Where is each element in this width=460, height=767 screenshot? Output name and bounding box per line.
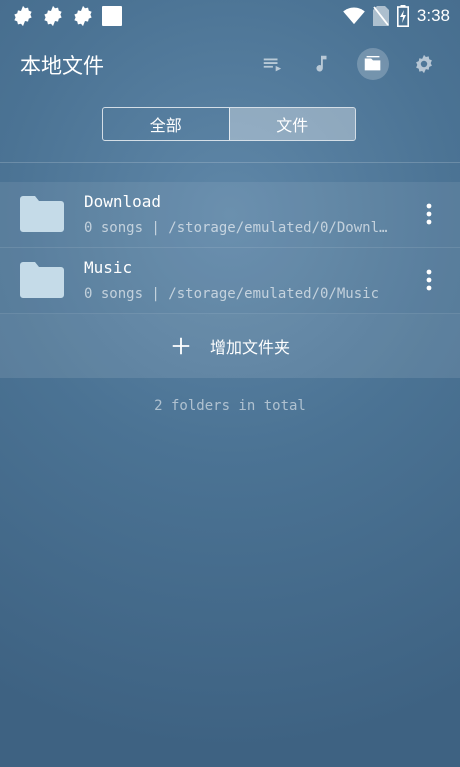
tab-all[interactable]: 全部 [103, 108, 229, 140]
folder-subtitle: 0 songs | /storage/emulated/0/Music [84, 286, 380, 302]
music-note-icon [316, 55, 327, 72]
add-folder-button[interactable]: 增加文件夹 [0, 314, 460, 378]
folder-name: Download [84, 192, 162, 211]
gear-icon [74, 5, 92, 27]
folder-icon [364, 55, 381, 71]
square-icon [102, 6, 122, 26]
status-bar-system: 3:38 [343, 5, 450, 27]
songs-button[interactable] [305, 48, 337, 80]
no-sim-icon [372, 6, 389, 26]
page-title: 本地文件 [20, 54, 104, 78]
battery-charging-icon [396, 5, 409, 27]
folder-item-music[interactable]: Music 0 songs | /storage/emulated/0/Musi… [0, 248, 460, 314]
toolbar: 本地文件 [0, 38, 460, 90]
more-vert-icon[interactable] [424, 268, 434, 292]
wifi-icon [343, 7, 365, 25]
folder-count-text: 2 folders in total [154, 398, 306, 414]
folder-icon [20, 196, 64, 232]
settings-icon [416, 54, 432, 74]
gear-icon [44, 5, 62, 27]
playlist-button[interactable] [256, 48, 288, 80]
status-time: 3:38 [416, 6, 450, 25]
folder-list: Download 0 songs | /storage/emulated/0/D… [0, 182, 460, 314]
gear-icon [14, 5, 32, 27]
divider [0, 162, 460, 163]
folders-button[interactable] [357, 48, 389, 80]
tab-files[interactable]: 文件 [228, 108, 355, 140]
playlist-icon [263, 58, 282, 72]
add-folder-label: 增加文件夹 [209, 338, 290, 357]
status-bar-notifications [12, 5, 122, 27]
folder-item-download[interactable]: Download 0 songs | /storage/emulated/0/D… [0, 182, 460, 248]
view-segmented-control: 全部 文件 [102, 107, 356, 141]
settings-button[interactable] [408, 48, 440, 80]
folder-name: Music [84, 258, 133, 277]
folder-icon [20, 262, 64, 298]
more-vert-icon[interactable] [424, 202, 434, 226]
status-bar: 3:38 [0, 0, 460, 32]
plus-icon [172, 337, 190, 355]
folder-subtitle: 0 songs | /storage/emulated/0/Download [84, 220, 394, 236]
